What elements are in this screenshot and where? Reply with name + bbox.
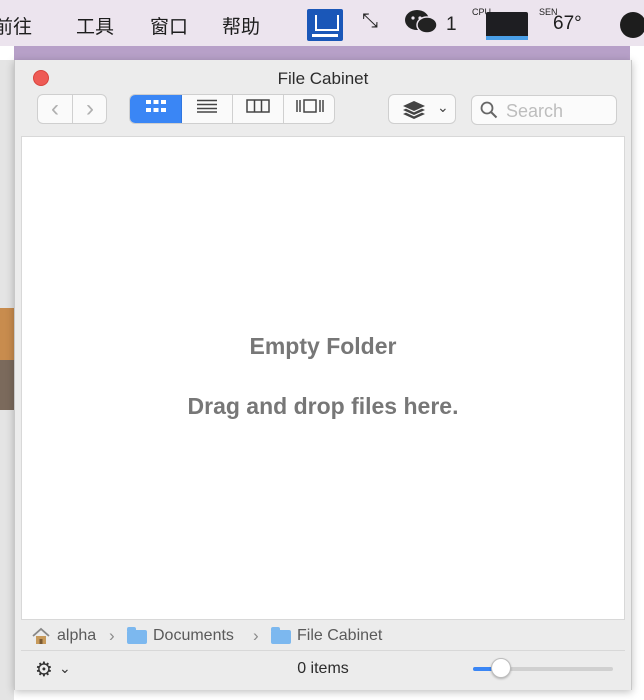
menu-go[interactable]: 前往: [0, 12, 32, 39]
grid-icon: [145, 100, 166, 112]
window-title: File Cabinet: [277, 69, 369, 88]
account-circle-icon[interactable]: [620, 12, 644, 38]
cpu-graph[interactable]: [486, 12, 528, 40]
file-cabinet-tray-icon[interactable]: [307, 9, 343, 41]
breadcrumb-separator: ›: [109, 626, 115, 645]
column-view-button[interactable]: [233, 95, 284, 123]
icon-view-button[interactable]: [130, 95, 182, 123]
gallery-icon: [296, 99, 324, 113]
columns-icon: [246, 99, 270, 113]
list-view-button[interactable]: [182, 95, 233, 123]
status-bar: ⚙ ⌄ 0 items: [21, 652, 625, 686]
file-cabinet-window: File Cabinet ‹ › ⌄ Empty Folder Drag and…: [14, 60, 632, 690]
breadcrumb-documents[interactable]: Documents: [153, 627, 234, 645]
menu-help[interactable]: 帮助: [222, 12, 260, 39]
empty-folder-title: Empty Folder: [249, 333, 397, 359]
gallery-view-button[interactable]: [284, 95, 334, 123]
temperature-readout[interactable]: 67°: [553, 13, 582, 35]
path-bar: alpha › Documents › File Cabinet: [21, 621, 625, 651]
folder-icon: [127, 627, 147, 644]
drop-hint: Drag and drop files here.: [187, 393, 459, 419]
search-icon: [480, 101, 498, 124]
breadcrumb-alpha[interactable]: alpha: [57, 627, 96, 645]
navigation-buttons: ‹ ›: [37, 94, 107, 124]
menu-tools[interactable]: 工具: [76, 12, 114, 39]
breadcrumb-separator: ›: [253, 626, 259, 645]
resize-arrows-icon[interactable]: ⤡: [362, 10, 378, 33]
search-box: [471, 95, 617, 125]
background-window-strip: [14, 46, 630, 60]
search-input[interactable]: [504, 99, 616, 123]
background-window-edge: [0, 60, 14, 700]
icon-size-slider[interactable]: [473, 658, 613, 678]
slider-knob[interactable]: [491, 658, 511, 678]
menu-window[interactable]: 窗口: [150, 12, 188, 39]
cpu-label: CPU: [472, 7, 492, 17]
menu-bar: 前往 工具 窗口 帮助 ⤡ 1 CPU SEN 67°: [0, 0, 644, 46]
breadcrumb-file-cabinet[interactable]: File Cabinet: [297, 627, 382, 645]
home-icon: [31, 627, 51, 650]
forward-button[interactable]: ›: [73, 95, 107, 123]
wechat-badge-count: 1: [446, 14, 457, 35]
file-area[interactable]: Empty Folder Drag and drop files here.: [21, 136, 625, 620]
list-icon: [197, 99, 217, 113]
folder-icon: [271, 627, 291, 644]
layers-icon: [403, 101, 425, 119]
back-button[interactable]: ‹: [38, 95, 72, 123]
chevron-down-icon: ⌄: [437, 99, 449, 115]
view-mode-selector: [129, 94, 335, 124]
group-by-button[interactable]: ⌄: [388, 94, 456, 124]
sensor-label: SEN: [539, 7, 558, 17]
wechat-icon[interactable]: [404, 9, 438, 41]
